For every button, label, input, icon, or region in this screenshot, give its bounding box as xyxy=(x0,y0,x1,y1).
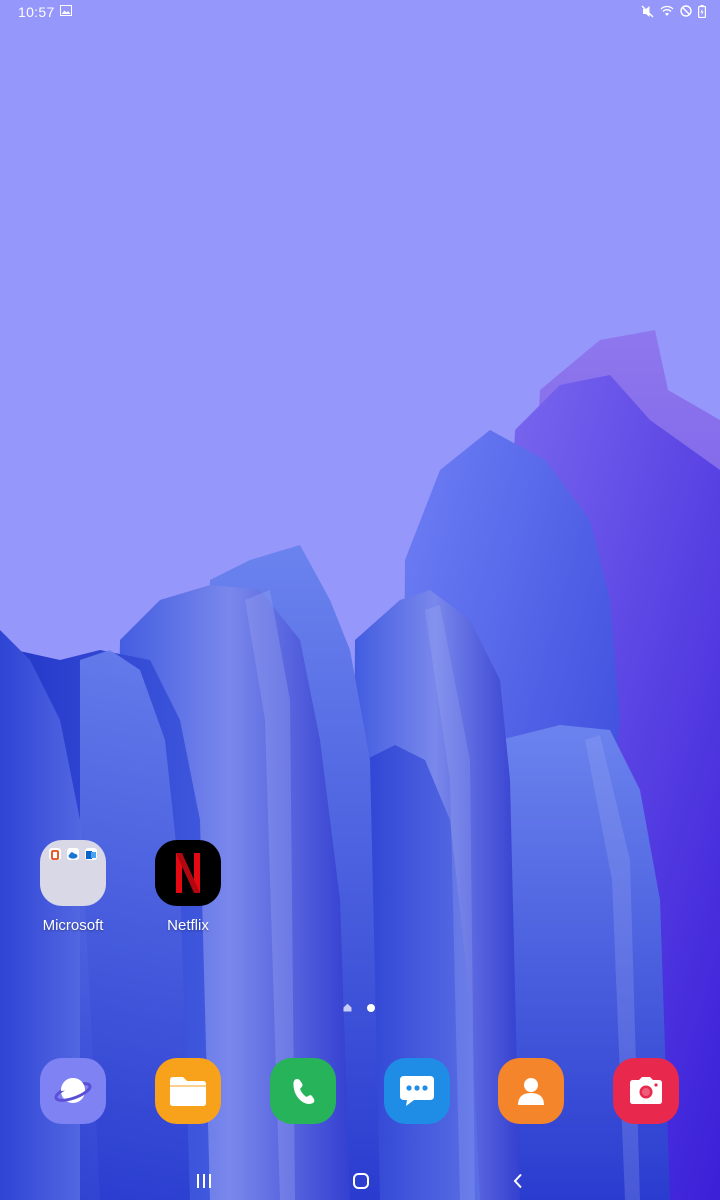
home-screen: 10:57 Microsoft Netflix xyxy=(0,0,720,1200)
netflix-app[interactable]: Netflix xyxy=(138,840,238,934)
mute-icon xyxy=(641,5,654,17)
camera-app[interactable] xyxy=(613,1058,679,1124)
contacts-app[interactable] xyxy=(498,1058,564,1124)
person-icon xyxy=(518,1078,544,1105)
office-icon xyxy=(49,848,61,860)
chat-bubble-icon xyxy=(400,1076,434,1106)
page-indicator[interactable] xyxy=(343,1003,375,1012)
recents-button[interactable] xyxy=(192,1170,216,1192)
camera-icon xyxy=(630,1077,662,1104)
home-page-indicator-icon xyxy=(343,1003,352,1012)
phone-icon xyxy=(293,1079,315,1104)
folder-icon xyxy=(170,1077,206,1106)
status-icons xyxy=(641,4,706,18)
home-button[interactable] xyxy=(349,1170,373,1192)
microsoft-folder[interactable]: Microsoft xyxy=(23,840,123,934)
netflix-icon xyxy=(155,840,221,906)
microsoft-label: Microsoft xyxy=(42,917,104,934)
internet-app[interactable] xyxy=(40,1058,106,1124)
page-dot-active xyxy=(367,1003,375,1012)
battery-icon xyxy=(698,4,706,18)
netflix-label: Netflix xyxy=(167,917,209,934)
status-bar: 10:57 xyxy=(0,0,720,24)
back-button[interactable] xyxy=(506,1170,530,1192)
netflix-logo xyxy=(176,853,200,893)
status-time: 10:57 xyxy=(18,4,55,20)
messages-app[interactable] xyxy=(384,1058,450,1124)
navigation-bar xyxy=(0,1160,720,1200)
gallery-icon xyxy=(60,5,72,16)
onedrive-icon xyxy=(67,848,79,860)
folder-icon xyxy=(40,840,106,906)
phone-app[interactable] xyxy=(270,1058,336,1124)
recents-icon xyxy=(197,1174,211,1188)
wallpaper xyxy=(0,0,720,1200)
home-icon xyxy=(353,1173,369,1189)
wifi-icon xyxy=(660,5,674,16)
my-files-app[interactable] xyxy=(155,1058,221,1124)
do-not-disturb-icon xyxy=(680,5,692,17)
planet-icon xyxy=(54,1077,92,1103)
outlook-icon xyxy=(85,848,97,860)
back-icon xyxy=(513,1173,522,1189)
